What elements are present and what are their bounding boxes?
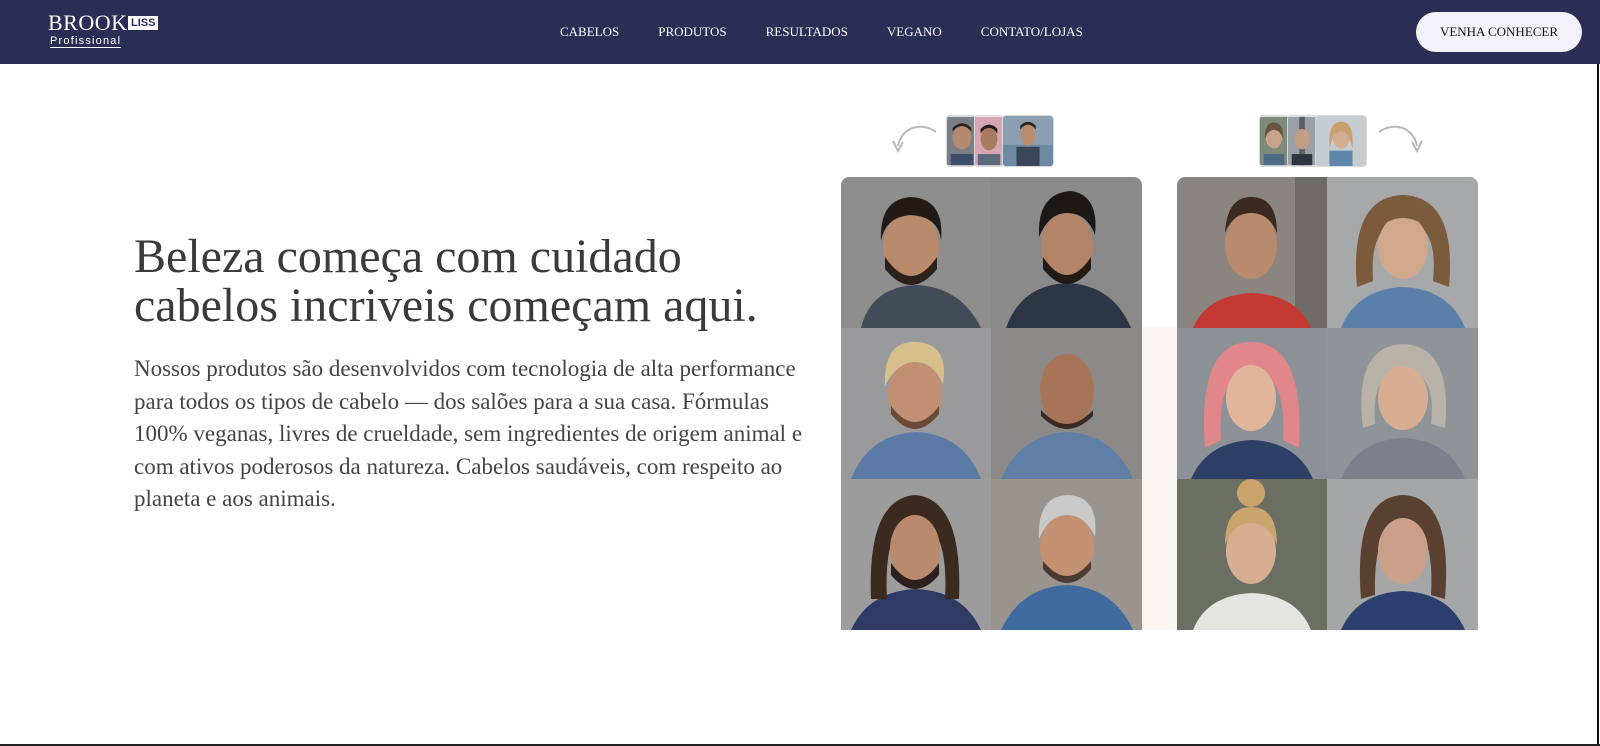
hero-description: Nossos produtos são desenvolvidos com te… (134, 356, 803, 511)
hero-title-line-2: cabelos incriveis começam aqui. (134, 279, 758, 332)
logo-badge: LISS (128, 16, 159, 30)
hairstyle-photo (1327, 479, 1478, 630)
nav-item-contato-lojas[interactable]: CONTATO/LOJAS (981, 24, 1083, 40)
hairstyle-photo (1327, 177, 1478, 328)
logo-tagline: Profissional (50, 35, 122, 48)
background-panel (1142, 327, 1177, 630)
thumbnail[interactable] (1002, 115, 1054, 167)
hairstyle-photo (1177, 177, 1327, 328)
scrollbar-edge (1597, 64, 1599, 746)
page: BROOK LISS Profissional CABELOS PRODUTOS… (0, 0, 1600, 746)
hairstyle-photo (841, 328, 991, 479)
main-nav: CABELOS PRODUTOS RESULTADOS VEGANO CONTA… (560, 0, 1083, 64)
thumbnail[interactable] (1287, 115, 1317, 167)
nav-item-resultados[interactable]: RESULTADOS (766, 24, 848, 40)
thumbnail[interactable] (974, 115, 1004, 167)
hairstyle-photo (1177, 328, 1327, 479)
nav-item-vegano[interactable]: VEGANO (887, 24, 942, 40)
hairstyle-photo (1327, 328, 1478, 479)
site-header: BROOK LISS Profissional CABELOS PRODUTOS… (0, 0, 1600, 64)
women-thumbnail-strip (1259, 115, 1367, 167)
hairstyle-photo (991, 328, 1142, 479)
hairstyle-photo (841, 479, 991, 630)
thumbnail[interactable] (1259, 115, 1289, 167)
hairstyle-photo (1177, 479, 1327, 630)
hairstyle-photo (991, 177, 1142, 328)
brand-logo[interactable]: BROOK LISS Profissional (48, 12, 168, 52)
nav-item-produtos[interactable]: PRODUTOS (658, 24, 726, 40)
women-hairstyle-grid (1177, 177, 1478, 630)
men-thumbnail-strip (946, 115, 1054, 167)
thumbnail[interactable] (946, 115, 976, 167)
hero-title: Beleza começa com cuidado cabelos incriv… (134, 232, 814, 330)
venha-conhecer-button[interactable]: VENHA CONHECER (1416, 12, 1582, 52)
curved-arrow-right-icon[interactable] (1373, 124, 1423, 164)
curved-arrow-left-icon[interactable] (892, 124, 942, 164)
hero-title-line-1: Beleza começa com cuidado (134, 230, 682, 283)
logo-wordmark: BROOK (48, 10, 128, 35)
hairstyle-photo (841, 177, 991, 328)
nav-item-cabelos[interactable]: CABELOS (560, 24, 619, 40)
men-hairstyle-grid (841, 177, 1142, 630)
hairstyle-photo (991, 479, 1142, 630)
thumbnail[interactable] (1315, 115, 1367, 167)
